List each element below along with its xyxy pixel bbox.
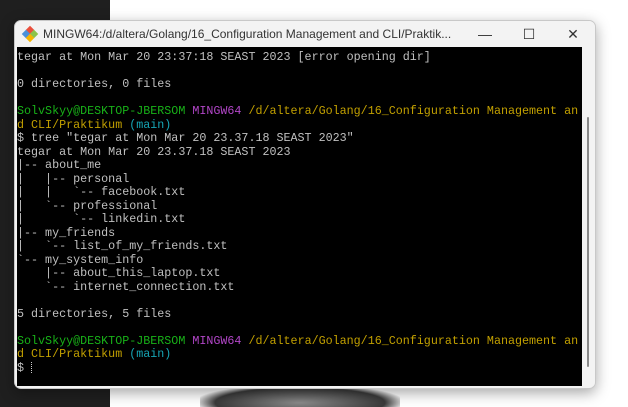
- tree-line: |-- about_this_laptop.txt: [17, 266, 221, 280]
- prompt-system: MINGW64: [192, 104, 242, 118]
- tree-line: | `-- linkedin.txt: [17, 212, 186, 226]
- tree-line: |-- about_me: [17, 158, 102, 172]
- terminal-line: tegar at Mon Mar 20 23:37:18 SEAST 2023 …: [17, 50, 431, 64]
- prompt-user: SolvSkyy@DESKTOP-JBERSOM: [17, 333, 186, 348]
- tree-line: | |-- personal: [17, 171, 130, 186]
- prompt-branch: (main): [129, 347, 172, 361]
- terminal-line: $ tree "tegar at Mon Mar 20 23.37.18 SEA…: [17, 131, 354, 145]
- input-prompt: $: [17, 360, 32, 375]
- prompt-path-cont: d CLI/Praktikum: [17, 117, 123, 132]
- text-cursor[interactable]: [31, 361, 33, 373]
- close-button[interactable]: ✕: [551, 21, 595, 47]
- tree-line: `-- internet_connection.txt: [17, 279, 235, 294]
- input-line[interactable]: $: [17, 360, 582, 376]
- maximize-button[interactable]: ☐: [507, 21, 551, 47]
- terminal-line: 5 directories, 5 files: [17, 306, 172, 321]
- tree-line: | `-- professional: [17, 198, 158, 213]
- terminal-output[interactable]: tegar at Mon Mar 20 23:37:18 SEAST 2023 …: [17, 47, 582, 386]
- title-bar[interactable]: MINGW64:/d/altera/Golang/16_Configuratio…: [15, 21, 595, 47]
- minimize-button[interactable]: —: [463, 21, 507, 47]
- scrollbar-thumb[interactable]: [587, 117, 589, 367]
- tree-line: | | `-- facebook.txt: [17, 185, 186, 199]
- prompt-path-cont: d CLI/Praktikum: [17, 347, 123, 361]
- terminal-line: 0 directories, 0 files: [17, 77, 172, 91]
- window-title: MINGW64:/d/altera/Golang/16_Configuratio…: [43, 27, 452, 41]
- prompt-line-cont: d CLI/Praktikum (main): [17, 117, 582, 133]
- git-bash-icon: [21, 25, 39, 43]
- prompt-line: SolvSkyy@DESKTOP-JBERSOM MINGW64 /d/alte…: [17, 333, 582, 349]
- prompt-line: SolvSkyy@DESKTOP-JBERSOM MINGW64 /d/alte…: [17, 104, 582, 119]
- tree-line: `-- my_system_info: [17, 252, 144, 267]
- prompt-branch: (main): [129, 117, 172, 132]
- tree-line: |-- my_friends: [17, 225, 116, 240]
- prompt-system: MINGW64: [192, 333, 242, 348]
- prompt-path: /d/altera/Golang/16_Configuration Manage…: [248, 333, 579, 348]
- prompt-line-cont: d CLI/Praktikum (main): [17, 347, 582, 362]
- tree-line: | `-- list_of_my_friends.txt: [17, 239, 228, 253]
- prompt-path: /d/altera/Golang/16_Configuration Manage…: [248, 104, 579, 118]
- scrollbar[interactable]: [582, 47, 595, 386]
- terminal-window: MINGW64:/d/altera/Golang/16_Configuratio…: [14, 20, 596, 389]
- prompt-user: SolvSkyy@DESKTOP-JBERSOM: [17, 104, 186, 118]
- terminal-line: tegar at Mon Mar 20 23.37.18 SEAST 2023: [17, 144, 291, 159]
